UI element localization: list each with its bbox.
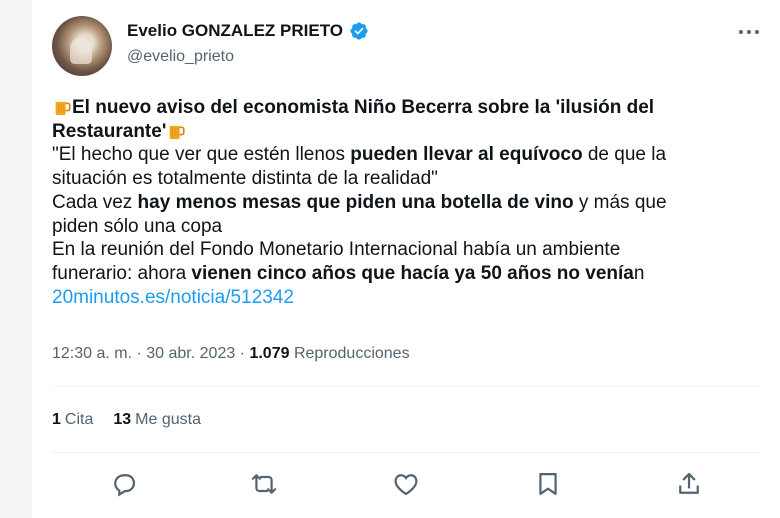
meta-separator: ·	[132, 345, 147, 362]
tweet-link[interactable]: 20minutos.es/noticia/512342	[52, 287, 294, 308]
beer-icon	[55, 99, 71, 116]
reply-icon	[114, 474, 136, 497]
verified-badge-icon	[350, 22, 368, 40]
quotes-stat[interactable]: 1 Cita	[52, 411, 93, 429]
tweet-text-line: situación es totalmente distinta de la r…	[52, 167, 752, 191]
tweet-text-segment: "El hecho que ver que estén llenos	[52, 144, 351, 166]
tweet-meta: 12:30 a. m. · 30 abr. 2023 · 1.079 Repro…	[52, 345, 410, 363]
tweet-text-line: Cada vez hay menos mesas que piden una b…	[52, 191, 752, 215]
tweet-text-bold: pueden llevar al equívoco	[350, 144, 583, 166]
retweet-icon	[251, 474, 277, 494]
tweet-text-bold: hay menos mesas que piden una botella de…	[137, 191, 574, 213]
likes-stat[interactable]: 13 Me gusta	[113, 411, 201, 429]
views-label: Reproducciones	[293, 345, 410, 362]
share-button[interactable]	[675, 470, 703, 498]
views-count: 1.079	[249, 345, 290, 362]
tweet-text-line: funerario: ahora vienen cinco años que h…	[52, 262, 752, 286]
bookmark-icon	[539, 472, 557, 496]
tweet-date[interactable]: 30 abr. 2023	[146, 345, 235, 362]
quotes-label: Cita	[64, 411, 94, 428]
tweet-text-segment: de que la	[582, 144, 667, 166]
bookmark-button[interactable]	[534, 470, 562, 498]
tweet-text-segment: y más que	[573, 191, 667, 213]
like-icon	[394, 474, 418, 496]
avatar[interactable]	[52, 16, 112, 76]
author-handle[interactable]: @evelio_prieto	[127, 48, 234, 66]
beer-icon	[169, 122, 185, 139]
tweet-text-line: En la reunión del Fondo Monetario Intern…	[52, 238, 752, 262]
tweet-text-bold: El nuevo aviso del economista Niño Becer…	[72, 97, 655, 118]
tweet-text-line: 20minutos.es/noticia/512342	[52, 286, 752, 310]
tweet-text-bold: Restaurante'	[52, 120, 167, 142]
reply-button[interactable]	[110, 470, 138, 498]
tweet-text: El nuevo aviso del economista Niño Becer…	[52, 96, 752, 309]
tweet-text-line: piden sólo una copa	[52, 215, 752, 239]
quotes-count: 1	[52, 411, 61, 428]
tweet-text-line: "El hecho que ver que estén llenos puede…	[52, 143, 752, 167]
tweet-text-line: El nuevo aviso del economista Niño Becer…	[52, 96, 752, 120]
tweet-text-segment: En la reunión del Fondo Monetario Intern…	[52, 239, 621, 261]
tweet-text-segment: n	[633, 262, 645, 284]
share-icon	[679, 472, 699, 494]
tweet-text-segment: funerario: ahora	[52, 262, 192, 284]
like-button[interactable]	[392, 470, 420, 498]
tweet-text-segment: Cada vez	[52, 191, 138, 213]
tweet-text-segment: piden sólo una copa	[52, 215, 223, 237]
tweet-text-bold: vienen cinco años que hacía ya 50 años n…	[191, 262, 634, 284]
tweet-text-segment: situación es totalmente distinta de la r…	[52, 168, 438, 190]
meta-separator: ·	[235, 345, 250, 362]
retweet-button[interactable]	[250, 470, 278, 498]
likes-label: Me gusta	[135, 411, 201, 428]
likes-count: 13	[113, 411, 132, 428]
divider	[52, 386, 760, 387]
divider	[52, 452, 760, 453]
author-name[interactable]: Evelio GONZALEZ PRIETO	[127, 21, 343, 41]
tweet-time[interactable]: 12:30 a. m.	[52, 345, 132, 362]
tweet-text-line: Restaurante'	[52, 120, 752, 144]
tweet-stats: 1 Cita 13 Me gusta	[52, 411, 201, 429]
more-options-icon[interactable]	[737, 22, 761, 42]
